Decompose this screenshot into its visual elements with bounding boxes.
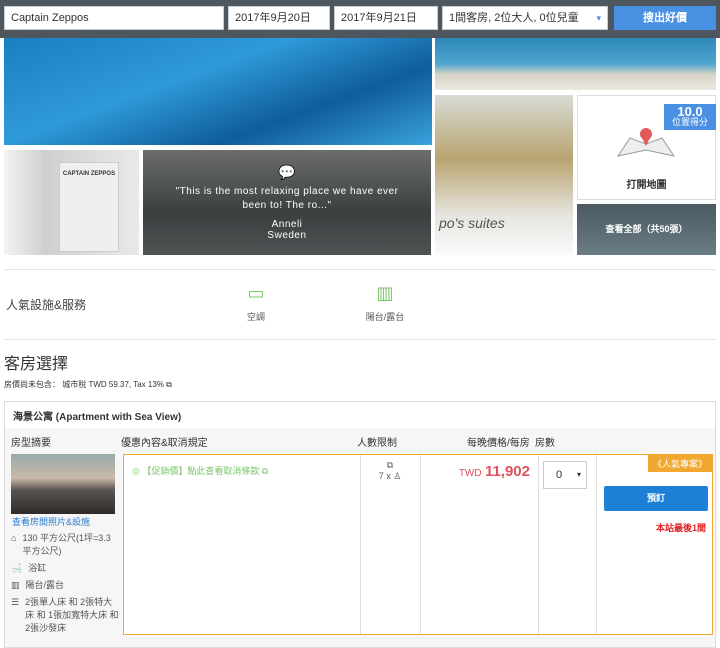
amenities-title: 人氣設施&服務 [6, 298, 87, 312]
guests-value: 1間客房, 2位大人, 0位兒童 [449, 12, 579, 24]
tax-note: 房價尚未包含： 城市稅 TWD 59.37, Tax 13% ⧉ [4, 379, 172, 390]
book-button[interactable]: 預訂 [604, 486, 708, 511]
divider [4, 339, 716, 340]
rooms-title: 客房選擇 [4, 356, 69, 373]
quantity-value: 0 [556, 469, 563, 481]
room-quantity-select[interactable]: 0 ▾ [543, 461, 587, 489]
gallery-photo-book[interactable]: CAPTAIN ZEPPOS [4, 150, 139, 255]
external-link-icon: ⧉ [261, 466, 269, 476]
room-card: 海景公寓 (Apartment with Sea View) 房型摘要 優惠內容… [4, 401, 716, 648]
scarcity-note: 本站最後1間 [655, 523, 706, 533]
header-rooms: 房數 [535, 438, 555, 449]
price-value: 11,902 [484, 463, 530, 480]
amenity-air-conditioning: ▭ 空調 [230, 283, 282, 323]
book-cover: CAPTAIN ZEPPOS [59, 162, 119, 252]
info-icon: ⧉ [386, 460, 394, 470]
room-name: 海景公寓 (Apartment with Sea View) [5, 402, 715, 428]
feature-beds: 2張單人床 和 2張特大床 和 1張加寬特大床 和 2張沙發床 [25, 597, 119, 633]
room-photo[interactable] [11, 454, 115, 514]
open-map-label: 打開地圖 [626, 180, 667, 191]
occupancy-count: 7 x [378, 471, 391, 481]
search-button[interactable]: 搜出好價 [614, 6, 716, 30]
sign-text: po's suites [439, 215, 505, 231]
tax-label: 房價尚未包含： [4, 380, 60, 389]
balcony-icon: ▥ [11, 580, 20, 590]
person-icon: ♙ [393, 471, 402, 481]
open-map-tile[interactable]: 10.0 位置得分 打開地圖 [577, 95, 716, 200]
checkin-date-field[interactable]: 2017年9月20日 [228, 6, 330, 30]
divider [4, 269, 716, 270]
offer-cell[interactable]: ◎ 【促銷價】點此查看取消條款 ⧉ [132, 464, 268, 477]
bulb-icon: ◎ [132, 466, 140, 476]
price-currency: TWD [458, 468, 482, 479]
price-cell: TWD 11,902 [459, 463, 530, 480]
tax-value: 城市稅 TWD 59.37, Tax 13% [62, 380, 164, 389]
occupancy-cell: ⧉ 7 x ♙ [360, 460, 420, 482]
amenity-label: 空調 [246, 312, 265, 322]
review-quote: "This is the most relaxing place we have… [175, 186, 399, 211]
chevron-down-icon: ▾ [576, 470, 581, 479]
location-score: 10.0 [677, 104, 703, 119]
feature-bathtub: 浴缸 [28, 563, 47, 573]
gallery-photo-pool[interactable] [4, 38, 432, 145]
reviewer-name: Anneli [271, 219, 303, 230]
external-link-icon[interactable]: ⧉ [166, 380, 172, 389]
header-offer: 優惠內容&取消規定 [121, 438, 208, 449]
feature-balcony: 陽台/露台 [25, 580, 65, 590]
room-features: ⌂ 130 平方公尺(1坪=3.3平方公尺) 🛁 浴缸 ▥ 陽台/露台 ☰ 2張單人床 … [11, 532, 119, 635]
chevron-down-icon: ▾ [596, 13, 601, 23]
bathtub-icon: 🛁 [11, 563, 23, 573]
room-size-icon: ⌂ [11, 533, 17, 543]
guests-select[interactable]: 1間客房, 2位大人, 0位兒童 ▾ [442, 6, 608, 30]
bed-icon: ☰ [11, 597, 20, 607]
header-occupancy: 人數限制 [357, 438, 397, 449]
amenity-label: 陽台/露台 [365, 312, 405, 322]
search-bar: Captain Zeppos 2017年9月20日 2017年9月21日 1間客… [0, 0, 720, 38]
view-all-photos-button[interactable]: 查看全部（共50張） [577, 204, 716, 255]
reviewer-country: Sweden [267, 230, 307, 241]
header-price: 每晚價格/每房 [467, 438, 530, 449]
checkout-date-field[interactable]: 2017年9月21日 [334, 6, 438, 30]
gallery-review-overlay[interactable]: 💬 "This is the most relaxing place we ha… [143, 150, 431, 255]
room-photos-link[interactable]: 查看房間照片&設施 [12, 515, 90, 528]
balcony-icon: ▥ [376, 283, 394, 303]
chat-bubble-icon: 💬 [278, 164, 296, 180]
hotel-search-input[interactable]: Captain Zeppos [4, 6, 224, 30]
air-conditioner-icon: ▭ [247, 283, 265, 303]
offer-link[interactable]: 【促銷價】點此查看取消條款 [142, 466, 259, 476]
popular-badge: 《人氣專案》 [647, 455, 712, 472]
feature-size: 130 平方公尺(1坪=3.3平方公尺) [22, 533, 111, 556]
amenity-balcony: ▥ 陽台/露台 [355, 283, 415, 323]
gallery-photo-pool-rocks[interactable] [435, 38, 716, 90]
rate-row: ◎ 【促銷價】點此查看取消條款 ⧉ ⧉ 7 x ♙ TWD 11,902 0 ▾ 《… [123, 454, 713, 635]
header-room-summary: 房型摘要 [11, 438, 51, 449]
map-pin-icon [616, 128, 676, 157]
gallery-photo-fruit[interactable]: po's suites [435, 95, 573, 255]
